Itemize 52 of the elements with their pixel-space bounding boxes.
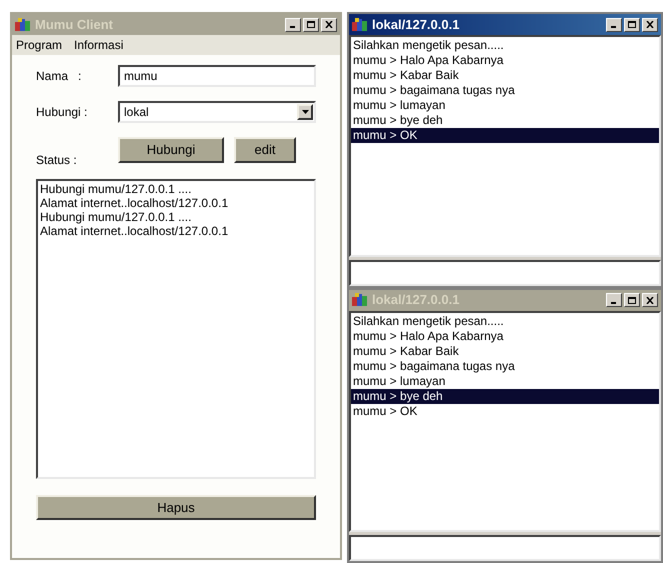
menu-item[interactable]: Program	[16, 36, 62, 54]
status-line: Alamat internet..localhost/127.0.0.1	[40, 224, 230, 238]
close-icon	[325, 21, 333, 28]
close-button[interactable]	[642, 293, 658, 307]
app-icon	[352, 18, 368, 32]
message-item[interactable]: mumu > lumayan	[351, 98, 659, 113]
maximize-button[interactable]	[624, 18, 640, 32]
app-icon	[15, 18, 31, 32]
message-item[interactable]: mumu > Halo Apa Kabarnya	[351, 53, 659, 68]
maximize-icon	[307, 21, 315, 28]
edit-button[interactable]: edit	[234, 137, 296, 163]
message-item[interactable]: mumu > Kabar Baik	[351, 68, 659, 83]
message-item[interactable]: Silahkan mengetik pesan.....	[351, 314, 659, 328]
window-title: lokal/127.0.0.1	[372, 16, 460, 34]
close-icon	[646, 21, 654, 28]
minimize-button[interactable]	[285, 18, 301, 32]
maximize-icon	[628, 21, 636, 28]
app-icon	[352, 293, 368, 307]
menu-item[interactable]: Informasi	[74, 36, 124, 54]
clear-button[interactable]: Hapus	[36, 495, 316, 520]
message-input[interactable]	[349, 535, 661, 561]
message-item[interactable]: mumu > bye deh	[351, 388, 659, 404]
caret-icon	[302, 110, 308, 114]
name-field[interactable]: mumu	[118, 65, 316, 87]
status-line: Hubungi mumu/127.0.0.1 ....	[40, 182, 192, 196]
connect-button[interactable]: Hubungi	[118, 137, 224, 163]
message-item[interactable]: mumu > bye deh	[351, 113, 659, 128]
message-item[interactable]: Silahkan mengetik pesan.....	[351, 38, 659, 53]
message-item[interactable]: mumu > Kabar Baik	[351, 344, 659, 358]
status-line: Hubungi mumu/127.0.0.1 ....	[40, 210, 192, 224]
dropdown-arrow-button[interactable]	[297, 104, 313, 120]
maximize-button[interactable]	[303, 18, 319, 32]
message-item[interactable]: mumu > bagaimana tugas nya	[351, 358, 659, 374]
message-item[interactable]: mumu > Halo Apa Kabarnya	[351, 328, 659, 344]
status-label: Status :	[36, 152, 78, 169]
dropdown-value: lokal	[124, 104, 150, 121]
maximize-button[interactable]	[624, 293, 640, 307]
message-item[interactable]: mumu > OK	[351, 128, 659, 143]
close-button[interactable]	[321, 18, 337, 32]
message-item[interactable]: mumu > lumayan	[351, 374, 659, 388]
message-item[interactable]: mumu > OK	[351, 404, 659, 418]
minimize-button[interactable]	[606, 293, 622, 307]
connect-dropdown[interactable]: lokal	[118, 101, 316, 123]
close-button[interactable]	[642, 18, 658, 32]
close-icon	[646, 296, 654, 304]
maximize-icon	[628, 296, 636, 304]
message-item[interactable]: mumu > bagaimana tugas nya	[351, 83, 659, 98]
connect-label: Hubungi :	[36, 104, 88, 121]
minimize-button[interactable]	[606, 18, 622, 32]
name-label: Nama :	[36, 68, 82, 85]
message-input[interactable]	[349, 260, 661, 286]
status-line: Alamat internet..localhost/127.0.0.1	[40, 196, 230, 210]
